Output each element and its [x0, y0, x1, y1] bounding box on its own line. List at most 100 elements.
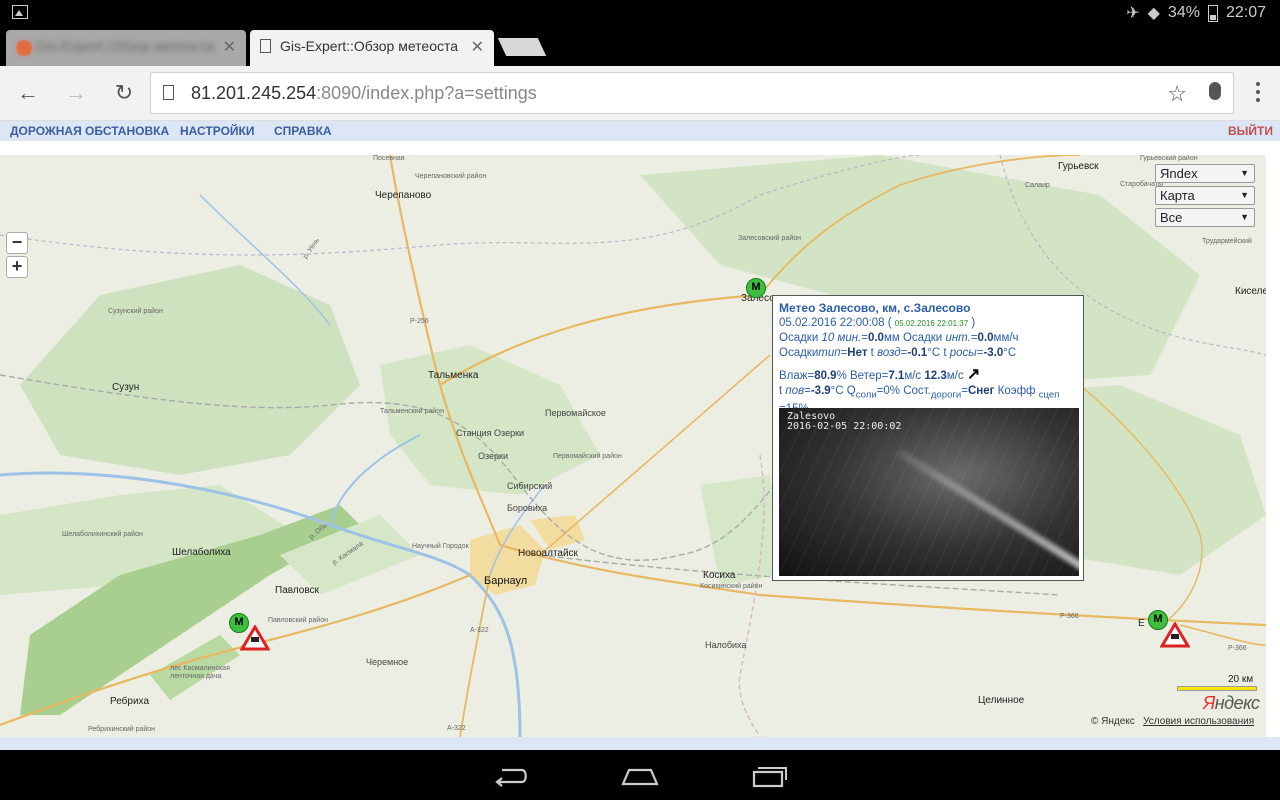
map-label: Первомайский район — [553, 453, 622, 460]
nav-settings[interactable]: НАСТРОЙКИ — [180, 124, 254, 138]
url-text[interactable]: 81.201.245.254:8090/index.php?a=settings — [191, 83, 537, 104]
bookmark-star-icon[interactable]: ☆ — [1167, 81, 1187, 107]
status-bar: ✈ ◆ 34% 22:07 — [0, 0, 1280, 25]
map-label: Тальменка — [428, 370, 479, 381]
page-icon — [163, 85, 174, 100]
terms-link[interactable]: Условия использования — [1143, 716, 1254, 727]
map-label: Налобиха — [705, 640, 747, 650]
reload-button[interactable]: ↻ — [110, 80, 138, 106]
zoom-out-button[interactable]: − — [6, 232, 28, 254]
tab-title: Gis-Expert::Обзор метеоста — [36, 38, 215, 54]
browser-toolbar: ← → ↻ 81.201.245.254:8090/index.php?a=se… — [0, 66, 1280, 121]
map-label: Тальменский район — [380, 408, 444, 415]
map[interactable]: Посевная Черепаново Черепановский район … — [0, 155, 1266, 737]
map-label: Новоалтайск — [518, 548, 578, 559]
map-layer-select[interactable]: Карта — [1155, 186, 1255, 205]
slippery-road-warning-icon[interactable] — [1160, 622, 1190, 648]
surface-temp: -3.9 — [810, 385, 831, 397]
favicon-icon — [16, 40, 32, 56]
nav-logout[interactable]: ВЫЙТИ — [1228, 124, 1273, 138]
measure-time: 05.02.2016 22:00:08 — [779, 317, 885, 329]
map-label: Ребриха — [110, 696, 150, 707]
popup-temp-line: Осадкитип=Нет t возд=-0.1°C t росы=-3.0°… — [779, 347, 1017, 359]
map-label: Сузун — [112, 382, 140, 393]
road-label: Р-366 — [1228, 645, 1247, 652]
wind-speed: 7.1 — [888, 370, 905, 382]
clock: 22:07 — [1225, 4, 1266, 21]
zoom-in-button[interactable]: + — [6, 256, 28, 278]
slippery-road-warning-icon[interactable] — [240, 625, 270, 651]
status-right: ✈ ◆ 34% 22:07 — [1126, 3, 1266, 23]
map-label: Научный Городок — [412, 543, 469, 550]
popup-datetime: 05.02.2016 22:00:08 ( 05.02.2016 22:01:3… — [779, 317, 976, 329]
map-label: Салаир — [1025, 182, 1050, 189]
popup-wind-line: Влаж=80.9% Ветер=7.1м/с 12.3м/с ↗ — [779, 366, 981, 383]
new-tab-button[interactable] — [497, 38, 547, 56]
map-label: Сибирский — [507, 481, 553, 491]
tab-active[interactable]: Gis-Expert::Обзор метеоста ✕ — [250, 30, 494, 66]
nav-road-situation[interactable]: ДОРОЖНАЯ ОБСТАНОВКА — [10, 124, 169, 138]
page-icon — [260, 39, 271, 53]
map-label: Трудармейский — [1202, 238, 1252, 245]
url-path: :8090/index.php?a=settings — [316, 83, 537, 103]
tab-inactive[interactable]: Gis-Expert::Обзор метеоста ✕ — [6, 30, 246, 66]
wind-gust: 12.3 — [924, 370, 947, 382]
battery-icon — [1207, 4, 1218, 22]
map-label: Павловск — [275, 585, 319, 596]
map-label: Черепановский район — [415, 173, 487, 180]
site-nav: ДОРОЖНАЯ ОБСТАНОВКА НАСТРОЙКИ СПРАВКА ВЫ… — [0, 121, 1280, 141]
station-info-popup: Метео Залесово, км, с.Залесово 05.02.201… — [772, 295, 1084, 581]
station-filter-select[interactable]: Все — [1155, 208, 1255, 227]
map-label: Гурьевский район — [1140, 155, 1198, 162]
tab-strip: Gis-Expert::Обзор метеоста ✕ Gis-Expert:… — [0, 25, 1280, 66]
back-button[interactable]: ← — [14, 80, 42, 106]
precip-type: Нет — [847, 347, 868, 359]
map-label: Шелаболиха — [172, 547, 231, 558]
map-provider-select[interactable]: Яndex — [1155, 164, 1255, 183]
map-label: Черепаново — [375, 190, 432, 201]
tab-close-icon[interactable]: ✕ — [223, 37, 236, 57]
spacer — [0, 141, 1280, 155]
map-label: Посевная — [373, 155, 405, 162]
camera-snapshot[interactable]: Zalesovo 2016-02-05 22:00:02 — [779, 408, 1079, 576]
forward-button[interactable]: → — [62, 80, 90, 106]
precip-10min: 0.0 — [867, 332, 884, 344]
home-nav-icon[interactable] — [621, 764, 659, 788]
road-label: А-322 — [470, 627, 489, 634]
precip-intensity: 0.0 — [977, 332, 994, 344]
url-host: 81.201.245.254 — [191, 83, 317, 103]
address-bar[interactable]: 81.201.245.254:8090/index.php?a=settings… — [150, 72, 1234, 114]
map-label: Черемное — [366, 657, 409, 667]
overflow-menu-icon[interactable] — [1256, 82, 1262, 106]
microphone-icon[interactable] — [1209, 82, 1221, 100]
popup-title: Метео Залесово, км, с.Залесово — [779, 301, 971, 315]
wind-direction-arrow-icon: ↗ — [966, 366, 981, 383]
map-label: Ребрихинский район — [88, 726, 156, 733]
map-copyright: © Яндекс Условия использования — [1091, 716, 1255, 727]
meteo-station-marker[interactable]: M — [746, 278, 766, 298]
wifi-icon: ◆ — [1147, 5, 1160, 22]
map-label: Залесовский район — [738, 235, 801, 242]
air-temp: -0.1 — [907, 347, 928, 359]
map-label: Е — [1138, 618, 1145, 629]
scale-bar — [1177, 686, 1257, 691]
nav-help[interactable]: СПРАВКА — [274, 124, 332, 138]
road-state: Снег — [967, 385, 995, 397]
tab-close-icon[interactable]: ✕ — [471, 37, 484, 57]
road-label: А-322 — [447, 725, 466, 732]
map-label: Павловский район — [268, 617, 328, 624]
map-label: Первомайское — [545, 408, 606, 418]
mute-icon: ✈ — [1126, 5, 1140, 22]
gallery-notification-icon — [12, 5, 28, 19]
map-label: Сузунский район — [108, 308, 163, 315]
yandex-logo: Яндекс — [1203, 693, 1260, 713]
recents-nav-icon[interactable] — [752, 764, 788, 788]
camera-stamp: Zalesovo 2016-02-05 22:00:02 — [787, 411, 902, 432]
map-label: Барнаул — [484, 575, 528, 587]
map-label: лес Касмалинская ленточная дача — [170, 665, 230, 680]
back-nav-icon[interactable] — [494, 764, 530, 788]
map-label: Киселе — [1235, 286, 1266, 297]
scale-label: 20 км — [1228, 674, 1254, 685]
map-label: Косиха — [703, 570, 736, 581]
road-label: Р-256 — [410, 318, 429, 325]
